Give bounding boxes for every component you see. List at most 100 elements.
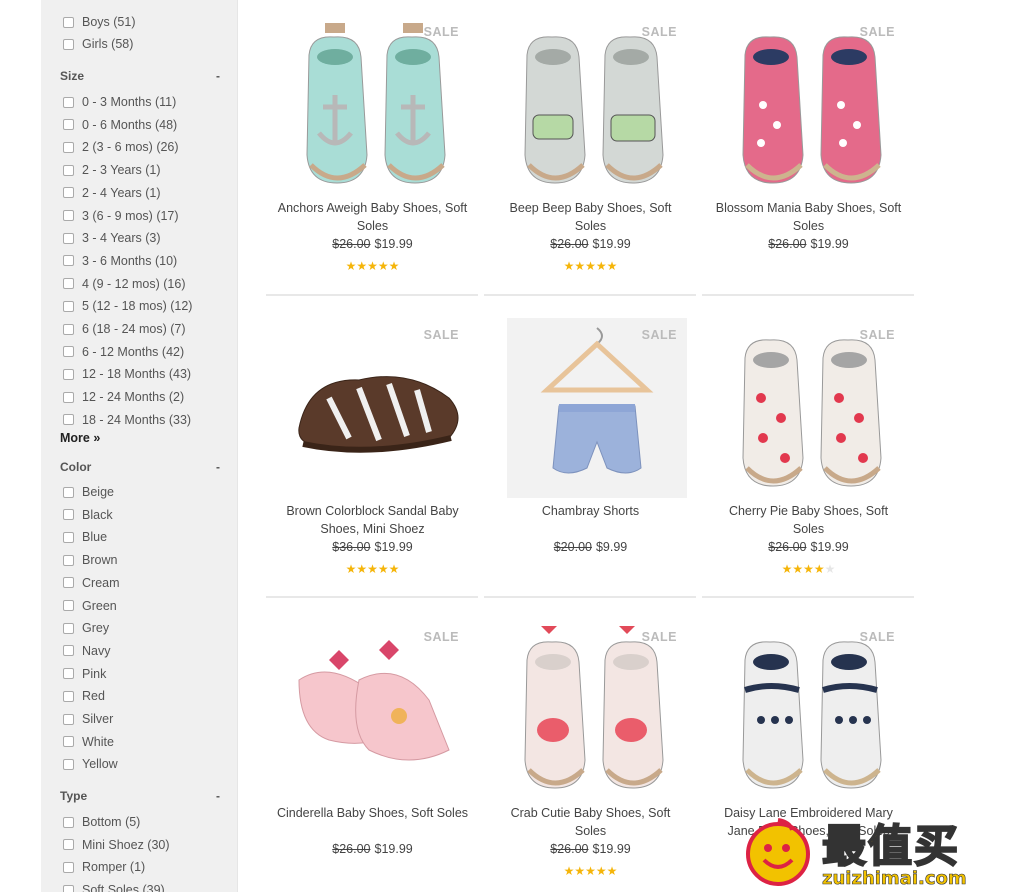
color-filter-option[interactable]: White	[63, 733, 114, 751]
type-filter-option[interactable]: Bottom (5)	[63, 813, 140, 831]
checkbox[interactable]	[63, 622, 74, 634]
product-name-link[interactable]: Blossom Mania Baby Shoes, Soft Soles	[712, 199, 905, 235]
size-filter-option[interactable]: 3 (6 - 9 mos) (17)	[63, 207, 179, 225]
checkbox[interactable]	[63, 96, 74, 108]
product-image[interactable]	[289, 318, 469, 498]
type-filter-option[interactable]: Mini Shoez (30)	[63, 836, 170, 854]
product-image[interactable]	[507, 318, 687, 498]
color-filter-option[interactable]: Red	[63, 687, 105, 705]
product-price: $26.00 $19.99	[266, 842, 479, 856]
size-filter-option[interactable]: 2 (3 - 6 mos) (26)	[63, 138, 179, 156]
color-filter-option[interactable]: Silver	[63, 710, 113, 728]
color-filter-option[interactable]: Pink	[63, 665, 106, 683]
filter-option-boys[interactable]: Boys (51)	[63, 13, 136, 31]
product-image[interactable]	[725, 620, 905, 800]
checkbox[interactable]	[63, 16, 74, 28]
color-filter-option[interactable]: Black	[63, 506, 113, 524]
checkbox[interactable]	[63, 758, 74, 770]
checkbox[interactable]	[63, 119, 74, 131]
checkbox[interactable]	[63, 816, 74, 828]
checkbox[interactable]	[63, 278, 74, 290]
checkbox[interactable]	[63, 600, 74, 611]
collapse-toggle[interactable]: -	[216, 460, 220, 474]
size-filter-option[interactable]: 3 - 4 Years (3)	[63, 229, 161, 247]
color-filter-option[interactable]: Blue	[63, 528, 107, 546]
product-name-link[interactable]: Beep Beep Baby Shoes, Soft Soles	[494, 199, 687, 235]
color-filter-option[interactable]: Grey	[63, 619, 109, 637]
size-filter-option[interactable]: 5 (12 - 18 mos) (12)	[63, 297, 192, 315]
size-filter-option[interactable]: 4 (9 - 12 mos) (16)	[63, 275, 186, 293]
checkbox[interactable]	[63, 255, 74, 267]
size-filter-option[interactable]: 2 - 3 Years (1)	[63, 161, 161, 179]
checkbox[interactable]	[63, 300, 74, 312]
size-filter-header[interactable]: Size -	[60, 69, 222, 83]
product-name-link[interactable]: Cinderella Baby Shoes, Soft Soles	[276, 804, 469, 822]
sale-badge: SALE	[641, 328, 677, 342]
checkbox[interactable]	[63, 839, 74, 851]
product-name-link[interactable]: Chambray Shorts	[494, 502, 687, 520]
sale-price: $19.99	[374, 237, 413, 251]
checkbox[interactable]	[63, 346, 74, 358]
checkbox[interactable]	[63, 713, 74, 725]
collapse-toggle[interactable]: -	[216, 69, 220, 83]
color-filter-option[interactable]: Navy	[63, 642, 110, 660]
color-filter-option[interactable]: Yellow	[63, 755, 118, 773]
type-filter-header[interactable]: Type -	[60, 789, 222, 803]
filter-sidebar: Boys (51) Girls (58) Size - 0 - 3 Months …	[41, 0, 238, 892]
color-filter-header[interactable]: Color -	[60, 460, 222, 474]
collapse-toggle[interactable]: -	[216, 789, 220, 803]
checkbox[interactable]	[63, 187, 74, 199]
size-filter-option[interactable]: 6 - 12 Months (42)	[63, 343, 184, 361]
checkbox[interactable]	[63, 164, 74, 176]
size-filter-option[interactable]: 2 - 4 Years (1)	[63, 184, 161, 202]
checkbox[interactable]	[63, 486, 74, 498]
checkbox[interactable]	[63, 861, 74, 873]
checkbox[interactable]	[63, 577, 74, 589]
original-price: $36.00	[332, 540, 371, 554]
checkbox[interactable]	[63, 391, 74, 403]
product-name-link[interactable]: Anchors Aweigh Baby Shoes, Soft Soles	[276, 199, 469, 235]
checkbox[interactable]	[63, 645, 74, 657]
size-filter-option[interactable]: 6 (18 - 24 mos) (7)	[63, 320, 186, 338]
size-filter-option[interactable]: 0 - 3 Months (11)	[63, 93, 176, 111]
size-filter-option[interactable]: 0 - 6 Months (48)	[63, 116, 177, 134]
color-filter-option[interactable]: Beige	[63, 483, 114, 501]
checkbox[interactable]	[63, 368, 74, 380]
type-filter-option[interactable]: Soft Soles (39)	[63, 881, 165, 892]
rating-stars: ★★★★★	[702, 562, 915, 576]
product-name-link[interactable]: Crab Cutie Baby Shoes, Soft Soles	[494, 804, 687, 840]
checkbox[interactable]	[63, 531, 74, 543]
product-name-link[interactable]: Cherry Pie Baby Shoes, Soft Soles	[712, 502, 905, 538]
color-filter-option[interactable]: Cream	[63, 574, 120, 592]
checkbox[interactable]	[63, 690, 74, 702]
product-image[interactable]	[725, 318, 905, 498]
size-filter-option[interactable]: 18 - 24 Months (33)	[63, 411, 191, 429]
checkbox[interactable]	[63, 38, 74, 50]
product-image[interactable]	[289, 620, 469, 800]
original-price: $20.00	[553, 540, 592, 554]
checkbox[interactable]	[63, 736, 74, 748]
type-filter-option[interactable]: Romper (1)	[63, 858, 145, 876]
checkbox[interactable]	[63, 668, 74, 680]
product-image[interactable]	[289, 15, 469, 195]
original-price: $26.00	[332, 842, 371, 856]
checkbox[interactable]	[63, 210, 74, 221]
checkbox[interactable]	[63, 509, 74, 521]
checkbox[interactable]	[63, 884, 74, 892]
product-image[interactable]	[725, 15, 905, 195]
checkbox[interactable]	[63, 323, 74, 335]
checkbox[interactable]	[63, 554, 74, 566]
product-image[interactable]	[507, 15, 687, 195]
checkbox[interactable]	[63, 414, 74, 426]
more-sizes-link[interactable]: More »	[60, 431, 100, 445]
size-filter-option[interactable]: 12 - 24 Months (2)	[63, 388, 184, 406]
filter-option-girls[interactable]: Girls (58)	[63, 35, 133, 53]
size-filter-option[interactable]: 3 - 6 Months (10)	[63, 252, 177, 270]
product-image[interactable]	[507, 620, 687, 800]
product-name-link[interactable]: Brown Colorblock Sandal Baby Shoes, Mini…	[276, 502, 469, 538]
checkbox[interactable]	[63, 141, 74, 153]
color-filter-option[interactable]: Green	[63, 597, 117, 615]
size-filter-option[interactable]: 12 - 18 Months (43)	[63, 365, 191, 383]
checkbox[interactable]	[63, 232, 74, 244]
color-filter-option[interactable]: Brown	[63, 551, 117, 569]
